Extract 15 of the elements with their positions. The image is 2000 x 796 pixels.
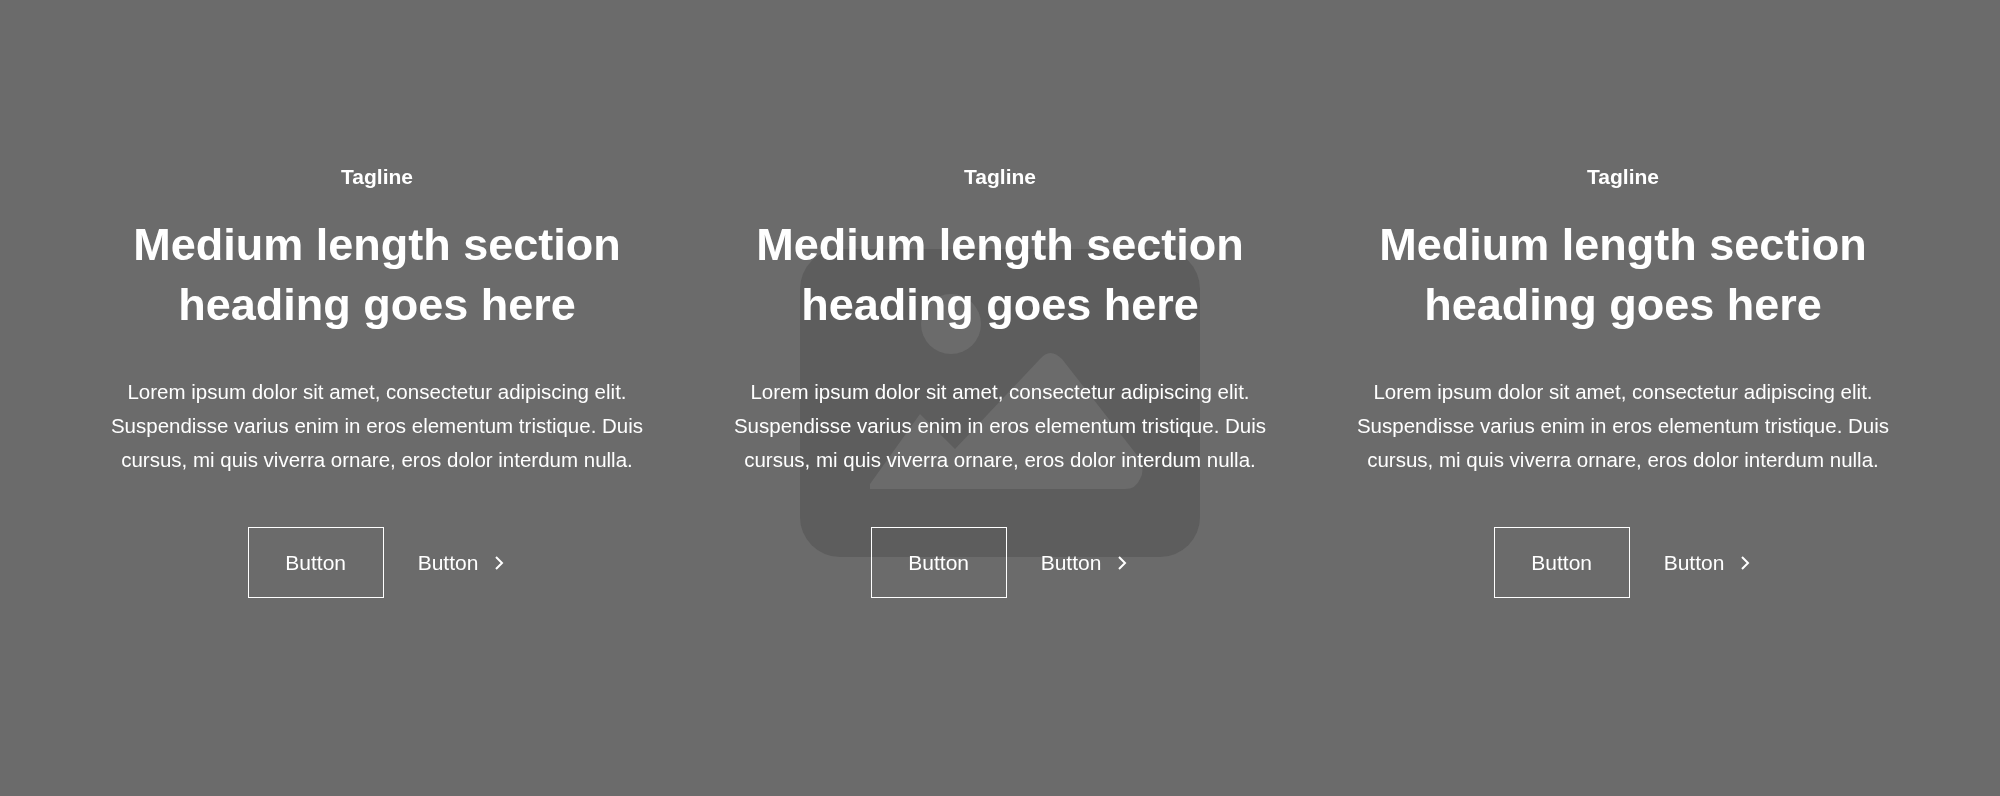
tagline: Tagline [1587, 164, 1659, 190]
link-button[interactable]: Button [1663, 550, 1753, 575]
outline-button[interactable]: Button [870, 527, 1007, 599]
tagline: Tagline [964, 164, 1036, 190]
body-text: Lorem ipsum dolor sit amet, consectetur adipiscing elit. Suspendisse varius enim in eros elementum tristique. Duis cursus, mi quis viverra ornare, eros dolor interdum nulla. [1355, 379, 1891, 474]
link-button[interactable]: Button [417, 550, 507, 575]
section-heading: Medium length section heading goes here [1378, 218, 1868, 333]
tagline: Tagline [341, 164, 413, 190]
section-heading: Medium length section heading goes here [132, 218, 622, 333]
body-text: Lorem ipsum dolor sit amet, consectetur adipiscing elit. Suspendisse varius enim in eros elementum tristique. Duis cursus, mi quis viverra ornare, eros dolor interdum nulla. [732, 379, 1268, 474]
body-text: Lorem ipsum dolor sit amet, consectetur adipiscing elit. Suspendisse varius enim in eros elementum tristique. Duis cursus, mi quis viverra ornare, eros dolor interdum nulla. [109, 379, 645, 474]
link-button[interactable]: Button [1040, 550, 1130, 575]
outline-button[interactable]: Button [1493, 527, 1630, 599]
outline-button[interactable]: Button [247, 527, 384, 599]
section-heading: Medium length section heading goes here [755, 218, 1245, 333]
